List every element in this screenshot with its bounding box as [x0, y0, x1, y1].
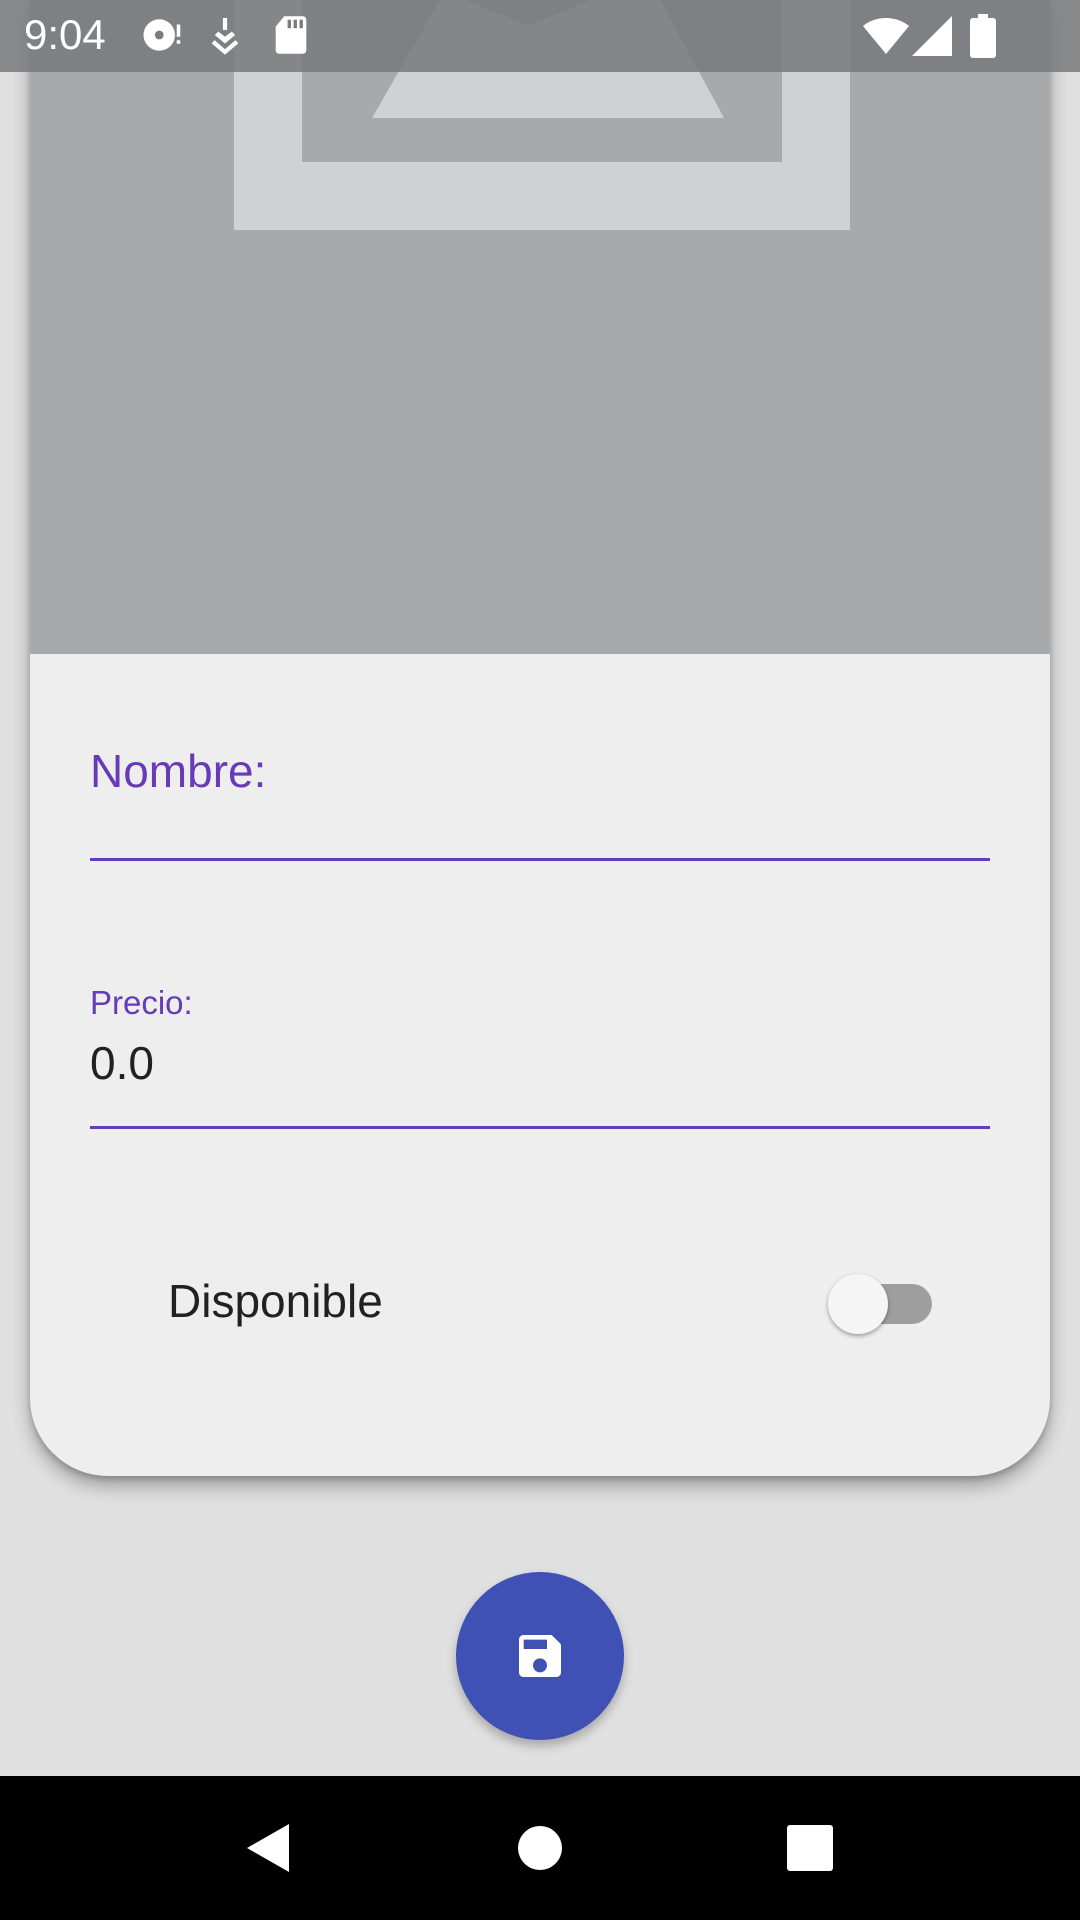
disponible-row: Disponible — [138, 1270, 938, 1334]
recents-button[interactable] — [750, 1776, 870, 1920]
save-icon — [519, 1635, 561, 1677]
navigation-bar — [0, 1776, 1080, 1920]
sd-card-icon — [275, 16, 307, 54]
precio-input[interactable]: 0.0 — [90, 1040, 154, 1086]
nombre-underline — [90, 858, 990, 861]
disponible-label: Disponible — [168, 1275, 383, 1327]
screen: Nombre: Precio: 0.0 Disponible 9:04 — [0, 0, 1080, 1920]
signal-icon — [912, 16, 952, 56]
status-time: 9:04 — [24, 11, 106, 58]
precio-field[interactable]: Precio: 0.0 — [90, 986, 990, 1131]
wifi-icon — [863, 18, 909, 54]
disponible-switch[interactable] — [828, 1274, 940, 1334]
save-button[interactable] — [456, 1572, 624, 1740]
precio-underline — [90, 1126, 990, 1129]
product-card: Nombre: Precio: 0.0 Disponible — [30, 0, 1050, 1476]
nombre-field[interactable]: Nombre: — [90, 748, 990, 863]
switch-thumb — [828, 1274, 888, 1334]
precio-label: Precio: — [90, 984, 193, 1021]
disc-icon — [143, 19, 181, 51]
recents-icon — [787, 1825, 833, 1871]
home-icon — [518, 1826, 562, 1870]
battery-icon — [970, 14, 996, 58]
back-icon — [247, 1824, 289, 1872]
home-button[interactable] — [480, 1776, 600, 1920]
product-image[interactable] — [30, 0, 1050, 654]
back-button[interactable] — [208, 1776, 328, 1920]
download-icon — [211, 18, 239, 55]
nombre-label: Nombre: — [90, 745, 267, 797]
status-bar: 9:04 — [0, 0, 1080, 72]
image-placeholder-icon — [234, 0, 850, 230]
